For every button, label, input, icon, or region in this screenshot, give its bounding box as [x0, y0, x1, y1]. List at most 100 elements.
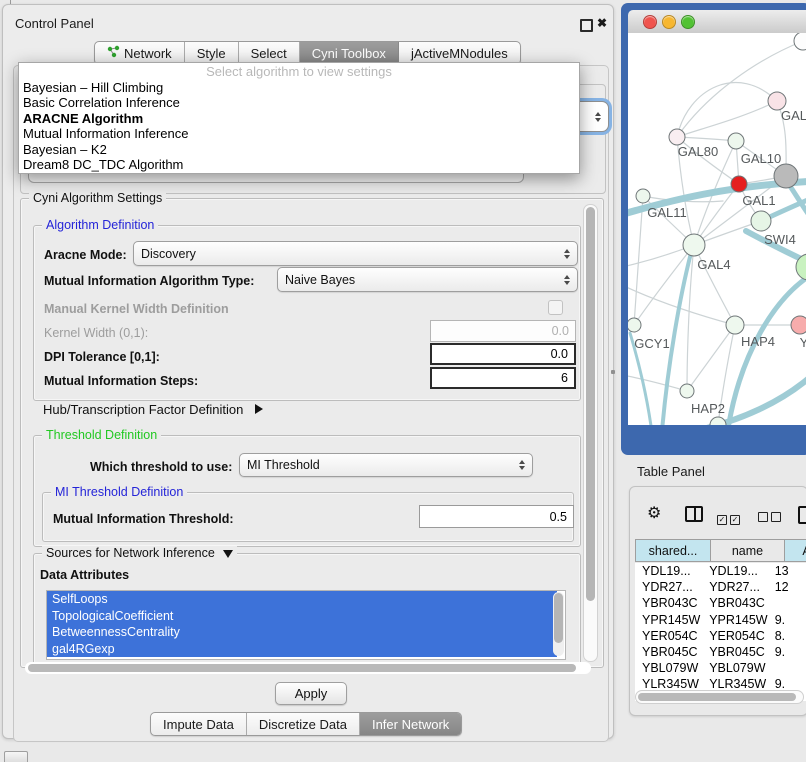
which-threshold-value: MI Threshold — [247, 458, 320, 472]
node-label: GAL80 — [678, 144, 718, 159]
expanded-arrow-icon[interactable] — [223, 550, 233, 558]
table-cell: YBL079W — [702, 661, 767, 675]
list-item[interactable]: gal4RGexp — [47, 641, 557, 658]
tab-network[interactable]: Network — [95, 42, 185, 64]
mi-algorithm-type-combo[interactable]: Naive Bayes — [277, 267, 578, 292]
table-cell: 12 — [768, 580, 806, 594]
tab-jactivemnodules[interactable]: jActiveMNodules — [399, 42, 520, 64]
list-vertical-scrollbar[interactable] — [553, 592, 564, 656]
column-header-A[interactable]: A — [785, 539, 806, 562]
network-node-hap2[interactable] — [680, 384, 694, 398]
network-node-gcy1[interactable] — [628, 318, 641, 332]
table-row[interactable]: YER054CYER054C8. — [635, 628, 806, 644]
network-edge[interactable] — [634, 196, 643, 325]
list-item[interactable]: BetweennessCentrality — [47, 624, 557, 641]
close-panel-icon[interactable]: ✖ — [597, 16, 607, 30]
network-node-gal10[interactable] — [728, 133, 744, 149]
list-item[interactable]: SelfLoops — [47, 591, 557, 608]
apply-button[interactable]: Apply — [275, 682, 347, 705]
splitter-handle[interactable] — [611, 370, 615, 374]
aracne-mode-combo[interactable]: Discovery — [133, 241, 578, 266]
dpi-tolerance-field[interactable]: 0.0 — [430, 343, 576, 365]
scroll-thumb[interactable] — [554, 593, 563, 643]
network-node[interactable] — [774, 164, 798, 188]
float-panel-icon[interactable] — [580, 19, 593, 32]
zoom-traffic-light[interactable] — [681, 15, 695, 29]
settings-horizontal-scrollbar[interactable] — [25, 662, 591, 674]
table-row[interactable]: YDL19...YDL19...13 — [635, 563, 806, 579]
network-node-gal80[interactable] — [669, 129, 685, 145]
kernel-width-field[interactable]: 0.0 — [430, 320, 576, 342]
tab-label: Impute Data — [163, 717, 234, 732]
network-edge[interactable] — [677, 101, 777, 137]
minimize-traffic-light[interactable] — [662, 15, 676, 29]
column-header-shared[interactable]: shared... — [635, 539, 711, 562]
algorithm-menu-item[interactable]: Dream8 DC_TDC Algorithm — [19, 157, 579, 172]
scroll-thumb[interactable] — [638, 693, 796, 701]
close-traffic-light[interactable] — [643, 15, 657, 29]
algorithm-menu-item[interactable]: Basic Correlation Inference — [19, 95, 579, 110]
columns-icon[interactable] — [685, 506, 703, 522]
table-cell: YBL079W — [635, 661, 702, 675]
algorithm-menu-item[interactable]: Bayesian – K2 — [19, 142, 579, 157]
tab-cyni-toolbox[interactable]: Cyni Toolbox — [300, 42, 399, 64]
network-view-window[interactable]: GALGAL80GAL10GAL1GAL11SWI4GAL4GCY1HAP4YH… — [621, 3, 806, 455]
tab-style[interactable]: Style — [185, 42, 239, 64]
network-node-gal4[interactable] — [683, 234, 705, 256]
mi-steps-value: 6 — [561, 371, 568, 385]
group-title: MI Threshold Definition — [51, 485, 187, 499]
network-node-y[interactable] — [791, 316, 806, 334]
checked-boxes-icon[interactable]: ✓✓ — [717, 509, 743, 527]
network-node-gal1[interactable] — [731, 176, 747, 192]
tab-infer-network[interactable]: Infer Network — [360, 713, 461, 735]
table-cell: YDR27... — [702, 580, 767, 594]
algorithm-menu-item[interactable]: ARACNE Algorithm — [19, 111, 579, 126]
network-node-hap4[interactable] — [726, 316, 744, 334]
scroll-thumb[interactable] — [28, 664, 576, 672]
group-title: Sources for Network Inference — [42, 546, 237, 560]
table-header: shared...nameA — [635, 539, 806, 562]
table-row[interactable]: YDR27...YDR27...12 — [635, 579, 806, 595]
which-threshold-combo[interactable]: MI Threshold — [239, 453, 533, 477]
network-canvas[interactable]: GALGAL80GAL10GAL1GAL11SWI4GAL4GCY1HAP4YH… — [628, 33, 806, 425]
tab-select[interactable]: Select — [239, 42, 300, 64]
mi-threshold-field[interactable]: 0.5 — [419, 505, 574, 528]
column-header-name[interactable]: name — [711, 539, 785, 562]
network-edge[interactable] — [628, 375, 687, 391]
table-row[interactable]: YBR045CYBR045C9. — [635, 644, 806, 660]
network-node[interactable] — [710, 417, 726, 425]
network-edge[interactable] — [677, 137, 736, 141]
network-node-gal11[interactable] — [636, 189, 650, 203]
manual-kernel-width-checkbox[interactable] — [548, 300, 563, 315]
gear-icon[interactable]: ⚙ — [647, 506, 661, 522]
combo-arrows-icon — [564, 249, 570, 259]
aracne-mode-value: Discovery — [141, 247, 196, 261]
network-window-titlebar[interactable] — [628, 10, 806, 34]
hub-definition-toggle[interactable]: Hub/Transcription Factor Definition — [43, 402, 263, 417]
tab-label: Infer Network — [372, 717, 449, 732]
document-icon[interactable] — [798, 506, 806, 524]
network-node[interactable] — [794, 33, 806, 50]
list-item[interactable]: TopologicalCoefficient — [47, 608, 557, 625]
scroll-thumb[interactable] — [586, 207, 595, 601]
node-label: Y — [800, 335, 806, 350]
network-edge[interactable] — [677, 83, 777, 137]
table-horizontal-scrollbar[interactable] — [635, 690, 804, 704]
tab-impute-data[interactable]: Impute Data — [151, 713, 247, 735]
tab-discretize-data[interactable]: Discretize Data — [247, 713, 360, 735]
table-panel-title: Table Panel — [637, 464, 705, 479]
table-row[interactable]: YBL079WYBL079W — [635, 660, 806, 676]
table-row[interactable]: YBR043CYBR043C — [635, 595, 806, 611]
network-edge[interactable] — [684, 369, 806, 425]
algorithm-menu-item[interactable]: Bayesian – Hill Climbing — [19, 80, 579, 95]
table-row[interactable]: YPR145WYPR145W9. — [635, 612, 806, 628]
algorithm-menu-item[interactable]: Mutual Information Inference — [19, 126, 579, 141]
network-node-swi4[interactable] — [751, 211, 771, 231]
mi-steps-field[interactable]: 6 — [430, 367, 576, 389]
collapsed-arrow-icon[interactable] — [255, 404, 263, 414]
unchecked-boxes-icon[interactable] — [758, 509, 784, 527]
corner-button[interactable] — [4, 751, 28, 762]
data-attributes-list[interactable]: SelfLoopsTopologicalCoefficientBetweenne… — [46, 590, 566, 660]
settings-vertical-scrollbar[interactable] — [583, 204, 598, 662]
network-edge[interactable] — [687, 325, 735, 391]
